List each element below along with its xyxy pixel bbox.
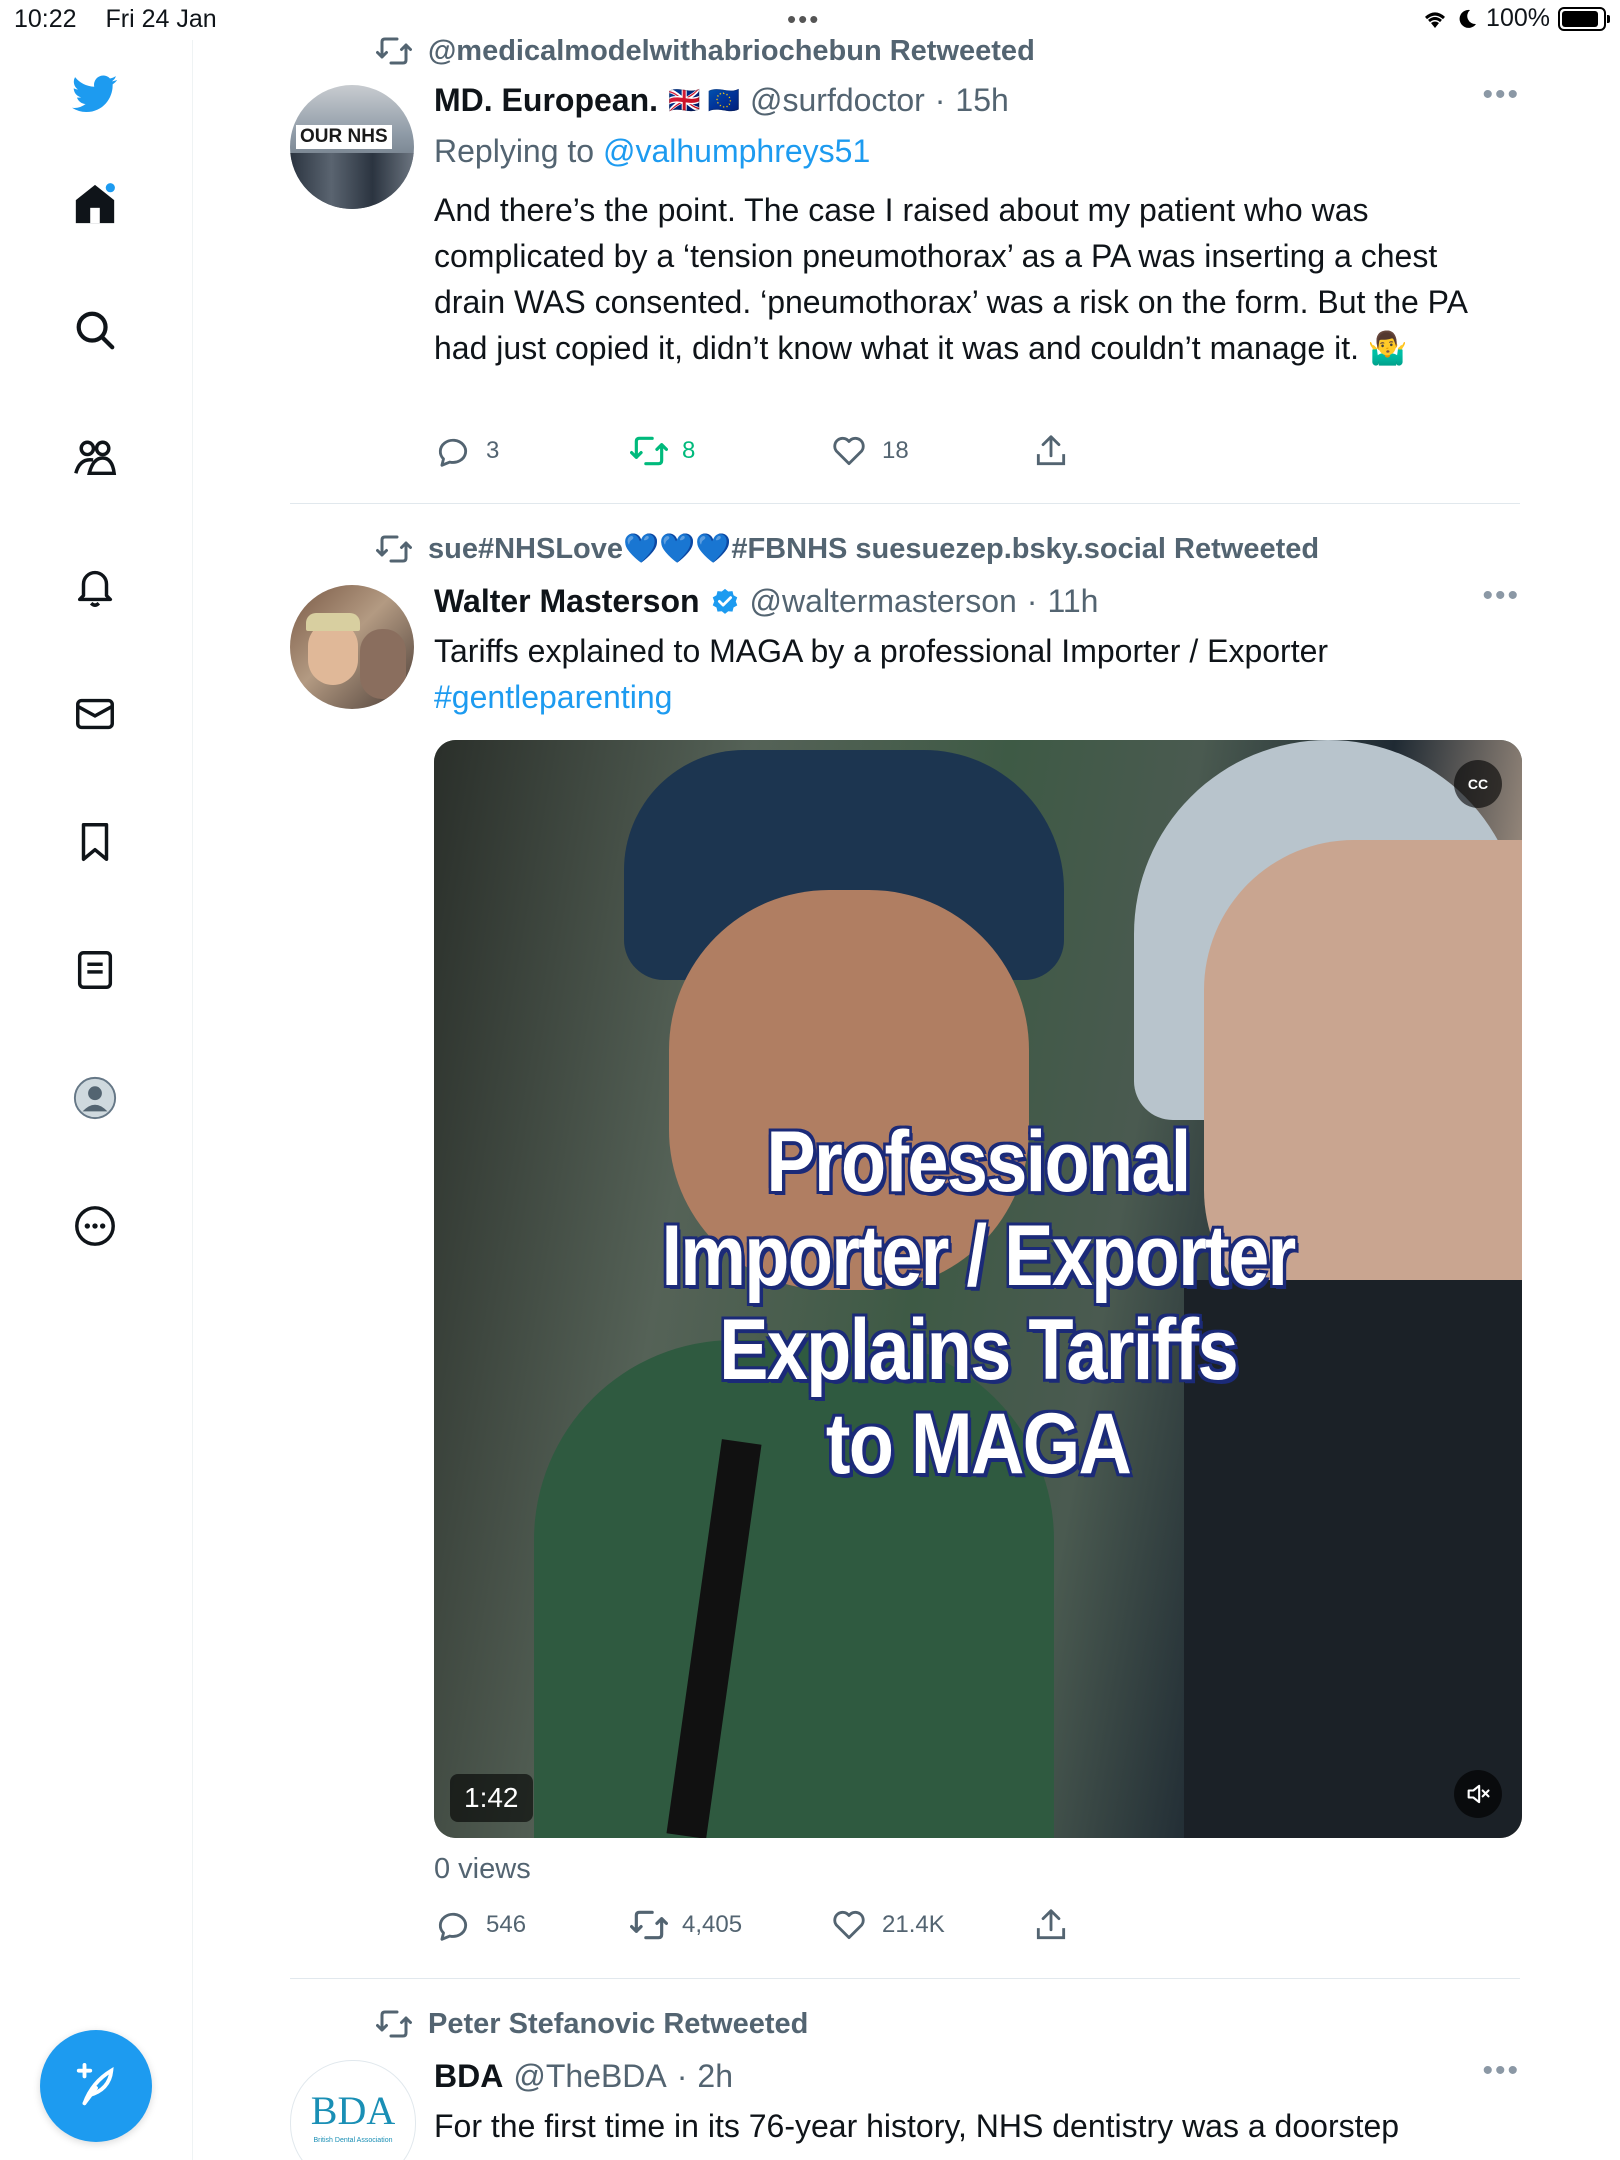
retweeted-by-line: sue#NHSLove💙💙💙#FBNHS suesuezep.bsky.soci… [376,531,1319,567]
tweet-md-european[interactable]: @medicalmodelwithabriochebun Retweeted O… [290,0,1520,500]
like-button[interactable]: 21.4K [830,1906,945,1944]
author-name[interactable]: MD. European. [434,82,658,119]
video-caption-line: to MAGA [825,1396,1132,1492]
bookmarks-icon[interactable] [71,818,119,866]
video-duration: 1:42 [450,1774,533,1822]
home-icon[interactable] [71,180,119,228]
more-options-icon[interactable]: ••• [1482,2054,1520,2088]
messages-icon[interactable] [71,690,119,738]
twitter-logo-icon[interactable] [71,70,119,118]
tweet-header: Walter Masterson @waltermasterson · 11h … [434,579,1520,620]
tweet-text-main: Tariffs explained to MAGA by a professio… [434,633,1329,669]
retweet-icon [376,37,412,65]
more-options-icon[interactable]: ••• [1482,579,1520,613]
tweet-bda[interactable]: Peter Stefanovic Retweeted BDA British D… [290,1978,1520,2160]
replying-prefix: Replying to [434,133,595,169]
search-icon[interactable] [71,306,119,354]
tweet-header: MD. European. 🇬🇧 🇪🇺 @surfdoctor · 15h ••… [434,78,1520,119]
retweet-icon [630,436,668,466]
retweet-count: 4,405 [682,1911,743,1938]
lists-icon[interactable] [71,946,119,994]
avatar[interactable] [290,585,414,709]
replying-to-handle[interactable]: @valhumphreys51 [603,133,870,169]
retweeted-by-line: Peter Stefanovic Retweeted [376,2006,808,2042]
tweet-text: For the first time in its 76-year histor… [434,2108,1400,2144]
avatar-sign-text: OUR NHS [296,125,392,149]
author-name[interactable]: Walter Masterson [434,583,700,620]
reply-icon [438,438,468,467]
reply-count: 3 [486,437,500,464]
separator-dot: · [676,2058,688,2094]
compose-tweet-button[interactable] [40,2030,152,2142]
author-handle[interactable]: @TheBDA [513,2058,666,2095]
more-icon[interactable] [71,1202,119,1250]
tweet-walter-masterson[interactable]: sue#NHSLove💙💙💙#FBNHS suesuezep.bsky.soci… [290,503,1522,1978]
retweet-button[interactable]: 4,405 [630,1906,742,1944]
like-count: 21.4K [882,1911,945,1938]
tweet-time[interactable]: 11h [1047,583,1098,620]
video-caption-line: Professional [766,1114,1191,1210]
hashtag-link[interactable]: #gentleparenting [434,674,1514,720]
share-icon [1036,435,1066,466]
flag-emojis: 🇬🇧 🇪🇺 [668,85,740,115]
reply-count: 546 [486,1911,527,1938]
retweeter-name[interactable]: sue#NHSLove💙💙💙#FBNHS suesuezep.bsky.soci… [428,532,1319,566]
retweeter-name[interactable]: @medicalmodelwithabriochebun Retweeted [428,35,1035,68]
reply-button[interactable]: 3 [434,432,499,470]
heart-icon [833,436,865,466]
avatar[interactable]: OUR NHS [290,85,414,209]
reply-button[interactable]: 546 [434,1906,526,1944]
share-button[interactable] [1032,1906,1070,1944]
reply-icon [438,1912,468,1941]
retweet-icon [376,2010,412,2038]
like-count: 18 [882,437,909,464]
notifications-icon[interactable] [71,562,119,610]
closed-captions-icon[interactable]: CC [1454,760,1502,808]
retweet-button[interactable]: 8 [630,432,695,470]
tweet-text: And there’s the point. The case I raised… [434,192,1467,366]
verified-badge-icon [712,588,737,614]
status-time: 10:22 [14,5,77,33]
author-handle[interactable]: @waltermasterson [750,583,1017,620]
tweet-text: Tariffs explained to MAGA by a professio… [434,628,1514,720]
like-button[interactable]: 18 [830,432,909,470]
author-handle[interactable]: @surfdoctor [750,82,925,119]
video-caption-line: Importer / Exporter [661,1208,1296,1304]
avatar[interactable]: BDA British Dental Association [290,2060,416,2160]
video-caption: Professional Importer / Exporter Explain… [510,1115,1446,1491]
tweet-time[interactable]: 15h [955,82,1008,119]
more-options-icon[interactable]: ••• [1482,78,1520,112]
battery-icon [1558,6,1610,31]
bda-logo-subtext: British Dental Association [313,2137,393,2144]
status-date: Fri 24 Jan [105,5,217,33]
tweet-header: BDA @TheBDA · 2h ••• [434,2054,1520,2095]
profile-icon[interactable] [71,1074,119,1122]
view-count: 0 views [434,1853,531,1885]
retweeted-by-line: @medicalmodelwithabriochebun Retweeted [376,33,1035,69]
separator-dot: · [1026,583,1038,619]
author-name[interactable]: BDA [434,2058,503,2095]
retweet-icon [630,1910,668,1940]
share-button[interactable] [1032,432,1070,470]
bda-logo-text: BDA [310,2088,396,2133]
replying-to: Replying to @valhumphreys51 [434,128,1514,174]
retweet-icon [376,535,412,563]
communities-icon[interactable] [71,434,119,482]
sidebar-nav [0,40,193,2160]
retweeter-name[interactable]: Peter Stefanovic Retweeted [428,2008,808,2041]
share-icon [1036,1909,1066,1940]
mute-icon[interactable] [1454,1770,1502,1818]
feather-plus-icon [76,2063,114,2106]
separator-dot: · [934,82,946,118]
video-player[interactable]: Professional Importer / Exporter Explain… [434,740,1522,1838]
heart-icon [833,1910,865,1940]
tweet-time[interactable]: 2h [697,2058,733,2095]
retweet-count: 8 [682,437,696,464]
video-caption-line: Explains Tariffs [719,1302,1238,1398]
